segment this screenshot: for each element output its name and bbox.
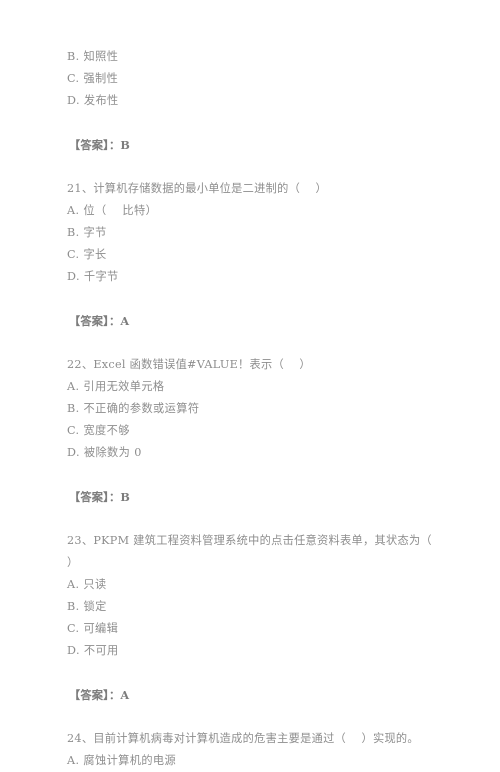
answer-line: 【答案】：A [69, 688, 130, 702]
question-block: 23、PKPM 建筑工程资料管理系统中的点击任意资料表单，其状态为（ ） A. … [67, 530, 460, 728]
option-line: B. 不正确的参数或运算符 [67, 402, 200, 415]
option-line: A. 只读 [67, 578, 107, 591]
question-block: B. 知照性 C. 强制性 D. 发布性 【答案】：B [67, 46, 460, 178]
question-block: 21、计算机存储数据的最小单位是二进制的（ ） A. 位（ 比特） B. 字节 … [67, 178, 460, 354]
option-line: D. 千字节 [67, 270, 119, 283]
option-line: C. 宽度不够 [67, 424, 130, 437]
option-line: B. 字节 [67, 226, 107, 239]
answer-line: 【答案】：B [69, 490, 130, 504]
option-line: A. 位（ 比特） [67, 204, 158, 217]
question-stem-line: ） [67, 556, 79, 569]
answer-line: 【答案】：B [69, 138, 130, 152]
document-text-body: B. 知照性 C. 强制性 D. 发布性 【答案】：B 21、计算机存储数据的最… [67, 46, 460, 772]
option-line: C. 强制性 [67, 72, 119, 85]
option-line: A. 引用无效单元格 [67, 380, 165, 393]
question-stem-line: 22、Excel 函数错误值#VALUE！表示（ ） [67, 358, 311, 371]
question-block: 24、目前计算机病毒对计算机造成的危害主要是通过（ ）实现的。 A. 腐蚀计算机… [67, 728, 460, 772]
document-page: B. 知照性 C. 强制性 D. 发布性 【答案】：B 21、计算机存储数据的最… [0, 0, 500, 767]
option-line: C. 字长 [67, 248, 107, 261]
option-line: C. 可编辑 [67, 622, 119, 635]
option-line: D. 不可用 [67, 644, 119, 657]
option-line: B. 知照性 [67, 50, 119, 63]
answer-line: 【答案】：A [69, 314, 130, 328]
question-stem-line: 21、计算机存储数据的最小单位是二进制的（ ） [67, 182, 328, 195]
question-stem-line: 24、目前计算机病毒对计算机造成的危害主要是通过（ ）实现的。 [67, 732, 419, 745]
question-block: 22、Excel 函数错误值#VALUE！表示（ ） A. 引用无效单元格 B.… [67, 354, 460, 530]
option-line: D. 被除数为 0 [67, 446, 142, 459]
question-stem-line: 23、PKPM 建筑工程资料管理系统中的点击任意资料表单，其状态为（ [67, 534, 432, 547]
option-line: A. 腐蚀计算机的电源 [67, 754, 177, 767]
option-line: B. 锁定 [67, 600, 107, 613]
option-line: D. 发布性 [67, 94, 119, 107]
